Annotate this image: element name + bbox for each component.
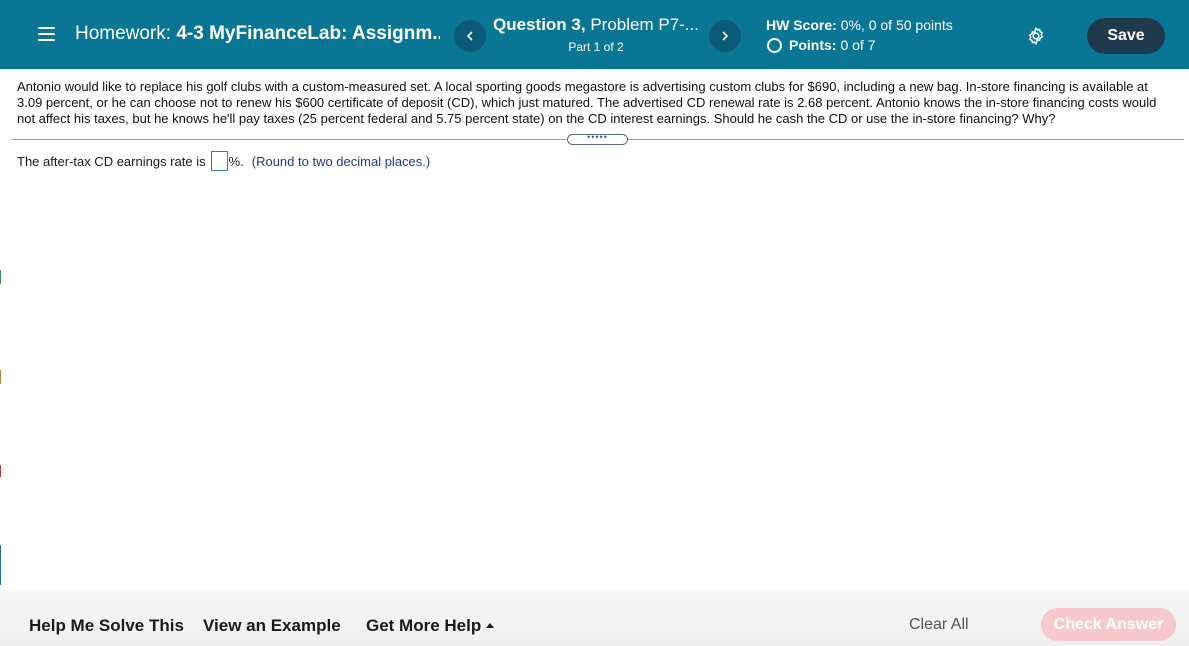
footer-bar: Help Me Solve This View an Example Get M… [0,590,1189,646]
rounding-hint: (Round to two decimal places.) [251,153,431,169]
hw-score: HW Score: 0%, 0 of 50 points [766,17,953,33]
question-indicator: Question 3, Problem P7-... Part 1 of 2 [490,15,702,54]
edge-marker [0,465,1,477]
answer-suffix: %. [228,153,244,169]
homework-title: Homework: 4-3 MyFinanceLab: Assignm... [75,23,440,45]
get-more-help-label: Get More Help [366,616,482,635]
answer-row: The after-tax CD earnings rate is %. (Ro… [17,151,430,171]
homework-name: 4-3 MyFinanceLab: Assignm... [176,23,440,44]
caret-up-icon [486,623,495,628]
hw-score-value: 0%, 0 of 50 points [840,17,953,33]
points-label: Points: [789,37,837,53]
circle-outline-icon [767,37,782,53]
save-button[interactable]: Save [1087,18,1165,54]
view-example-button[interactable]: View an Example [203,616,341,636]
edge-marker [0,270,1,284]
part-indicator: Part 1 of 2 [568,40,624,54]
question-title: Question 3, Problem P7-... [490,15,702,35]
clear-all-button[interactable]: Clear All [909,616,969,634]
answer-prompt: The after-tax CD earnings rate is [17,153,206,169]
previous-question-button[interactable] [454,20,486,52]
edge-marker [0,545,1,585]
next-question-button[interactable] [709,20,741,52]
points-value: 0 of 7 [840,37,876,53]
homework-label: Homework: [75,23,172,44]
problem-label: Problem P7-... [590,15,699,34]
score-panel: HW Score: 0%, 0 of 50 points Points: 0 o… [766,17,953,53]
top-bar: Homework: 4-3 MyFinanceLab: Assignm... Q… [0,0,1189,69]
points: Points: 0 of 7 [766,37,953,53]
hamburger-menu-icon[interactable] [38,26,55,42]
pane-resize-handle[interactable]: ••••• [567,132,628,145]
edge-marker [0,370,1,384]
check-answer-button[interactable]: Check Answer [1041,608,1176,641]
help-me-solve-button[interactable]: Help Me Solve This [29,616,184,636]
get-more-help-button[interactable]: Get More Help [366,616,495,636]
answer-input[interactable] [210,151,228,171]
chevron-left-icon [467,31,473,41]
drag-dots-icon: ••••• [587,132,608,142]
gear-icon[interactable] [1026,26,1046,46]
hw-score-label: HW Score: [766,17,837,33]
question-number: Question 3, [493,15,586,34]
chevron-right-icon [722,31,728,41]
problem-statement: Antonio would like to replace his golf c… [17,79,1157,126]
app-frame: Homework: 4-3 MyFinanceLab: Assignm... Q… [0,0,1189,646]
